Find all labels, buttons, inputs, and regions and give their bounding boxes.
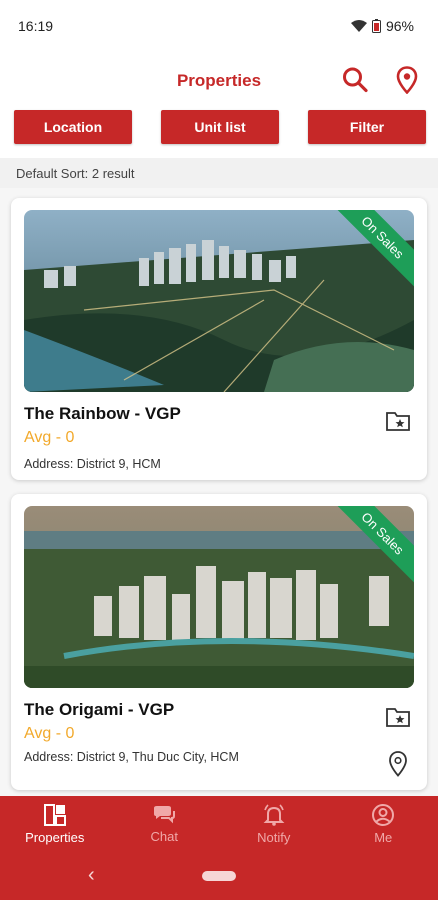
- home-pill[interactable]: [202, 871, 236, 881]
- sort-summary: Default Sort: 2 result: [0, 158, 438, 188]
- header-actions: [342, 66, 422, 95]
- nav-notify[interactable]: Notify: [219, 796, 329, 852]
- property-card[interactable]: On Sales The Origami - VGP Avg - 0 Addre…: [11, 494, 427, 790]
- user-icon: [371, 803, 395, 827]
- page-title: Properties: [176, 71, 262, 90]
- property-name: The Origami - VGP: [24, 700, 175, 719]
- status-time: 16:19: [18, 18, 54, 34]
- back-icon[interactable]: ‹: [88, 864, 95, 887]
- battery-percent: 96%: [385, 18, 414, 34]
- property-name: The Rainbow - VGP: [24, 404, 181, 423]
- property-image[interactable]: On Sales: [24, 210, 414, 392]
- nav-properties[interactable]: Properties: [0, 796, 110, 852]
- unit-list-button[interactable]: Unit list: [161, 110, 279, 144]
- location-button[interactable]: Location: [14, 110, 132, 144]
- filter-bar: Location Unit list Filter: [14, 110, 426, 144]
- filter-button[interactable]: Filter: [308, 110, 426, 144]
- property-avg: Avg - 0: [24, 429, 75, 446]
- system-nav-bar: ‹: [0, 852, 438, 900]
- sort-label: Default Sort: 2 result: [16, 165, 135, 181]
- nav-label: Notify: [257, 830, 291, 845]
- status-bar: 16:19 96%: [0, 0, 438, 52]
- property-address: Address: District 9, HCM: [24, 457, 161, 471]
- map-pin-icon[interactable]: [387, 750, 409, 778]
- property-address: Address: District 9, Thu Duc City, HCM: [24, 750, 239, 764]
- search-icon[interactable]: [342, 66, 368, 94]
- bottom-nav: Properties Chat Notify Me: [0, 796, 438, 852]
- bell-icon: [262, 803, 286, 827]
- map-pin-icon[interactable]: [396, 66, 422, 95]
- nav-label: Me: [374, 830, 393, 845]
- wifi-icon: [350, 20, 367, 32]
- chat-icon: [152, 804, 176, 826]
- property-image[interactable]: On Sales: [24, 506, 414, 688]
- properties-icon: [43, 803, 67, 827]
- status-indicators: 96%: [350, 18, 414, 34]
- folder-star-icon[interactable]: [385, 706, 411, 728]
- battery-icon: [371, 19, 381, 33]
- property-list: On Sales The Rainbow - VGP Avg - 0 Addre…: [0, 188, 438, 796]
- nav-label: Chat: [150, 829, 178, 844]
- nav-label: Properties: [25, 830, 85, 845]
- nav-me[interactable]: Me: [329, 796, 438, 852]
- folder-star-icon[interactable]: [385, 410, 411, 432]
- property-avg: Avg - 0: [24, 725, 75, 742]
- property-card[interactable]: On Sales The Rainbow - VGP Avg - 0 Addre…: [11, 198, 427, 480]
- app-header: Properties: [0, 56, 438, 106]
- nav-chat[interactable]: Chat: [110, 796, 220, 852]
